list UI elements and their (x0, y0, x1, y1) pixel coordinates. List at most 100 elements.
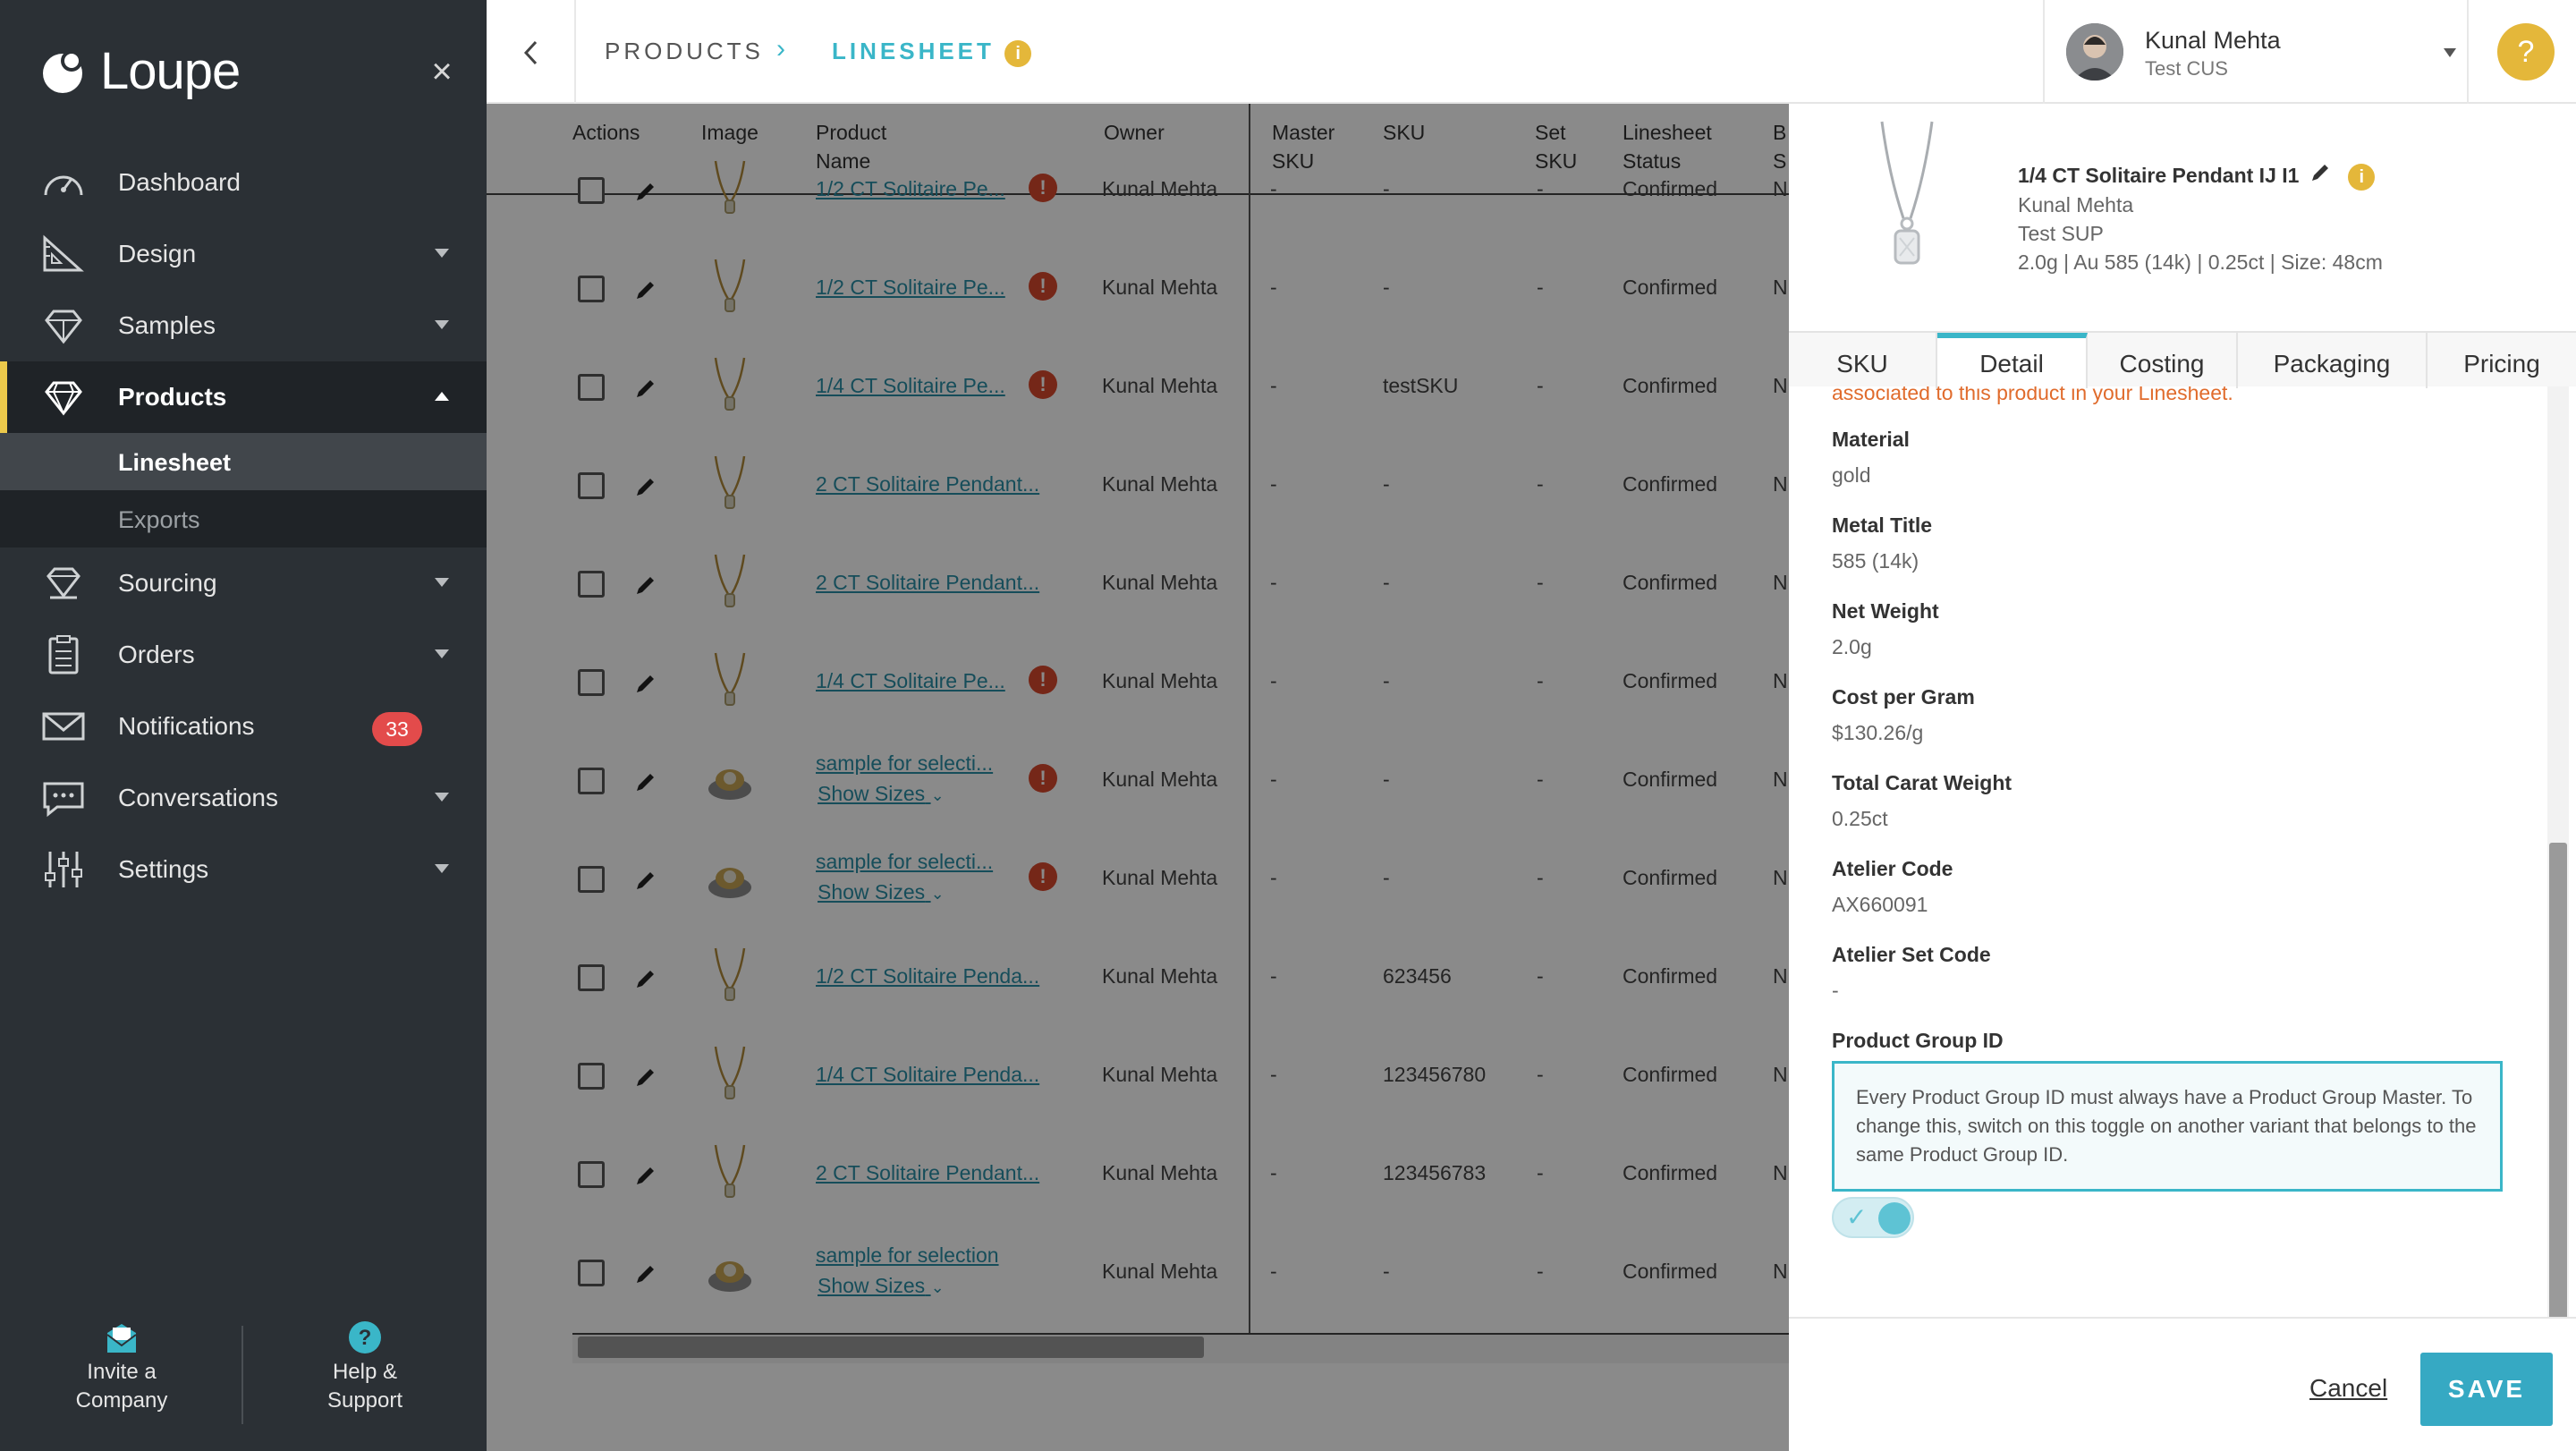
sidebar-item-label: Settings (118, 855, 209, 883)
invite-label-line2: Company (75, 1388, 168, 1413)
top-bar: PRODUCTS › LINESHEET i Kunal Mehta Test … (487, 0, 2576, 104)
tab-costing[interactable]: Costing (2088, 333, 2238, 388)
sidebar-item-notifications[interactable]: Notifications 33 (0, 691, 487, 762)
clipboard-icon (48, 635, 79, 675)
tab-packaging[interactable]: Packaging (2238, 333, 2428, 388)
logo-text: Loupe (100, 42, 241, 100)
product-supplier: Test SUP (2018, 222, 2104, 245)
tab-sku[interactable]: SKU (1789, 333, 1937, 388)
close-sidebar-icon[interactable]: × (426, 54, 458, 89)
chevron-up-icon[interactable] (435, 392, 449, 401)
field-value-net-weight: 2.0g (1832, 635, 1872, 658)
panel-footer: Cancel SAVE (1789, 1317, 2576, 1451)
field-value-atelier-code: AX660091 (1832, 893, 1928, 916)
field-value-material: gold (1832, 463, 1871, 487)
caret-down-icon[interactable] (2444, 48, 2456, 57)
notification-count-badge: 33 (372, 712, 422, 746)
help-label-line2: Support (326, 1388, 403, 1413)
chevron-down-icon[interactable] (435, 649, 449, 658)
invite-label-line1: Invite a (87, 1360, 157, 1384)
field-label-net-weight: Net Weight (1832, 599, 1939, 623)
tab-detail[interactable]: Detail (1937, 333, 2088, 388)
design-ruler-icon (43, 234, 84, 272)
help-support-button[interactable]: ? Help & Support (267, 1320, 463, 1415)
sidebar-item-label: Conversations (118, 784, 278, 811)
field-value-cost-per-gram: $130.26/g (1832, 721, 1924, 744)
modal-backdrop[interactable] (487, 104, 1789, 1451)
help-circle-icon: ? (349, 1321, 381, 1353)
sidebar-item-design[interactable]: Design (0, 218, 487, 290)
sliders-icon (45, 852, 82, 887)
help-button[interactable]: ? (2497, 23, 2555, 81)
chevron-down-icon[interactable] (435, 249, 449, 258)
user-menu[interactable]: Kunal Mehta Test CUS (2043, 0, 2469, 104)
edit-pencil-icon[interactable] (2309, 161, 2332, 184)
logo[interactable]: Loupe (36, 41, 241, 101)
product-group-info-callout: Every Product Group ID must always have … (1832, 1061, 2503, 1192)
field-value-metal-title: 585 (14k) (1832, 549, 1919, 573)
toggle-knob (1878, 1202, 1911, 1235)
save-button[interactable]: SAVE (2420, 1353, 2553, 1426)
svg-text:?: ? (359, 1326, 372, 1350)
field-label-total-carat-weight: Total Carat Weight (1832, 771, 2012, 794)
sidebar-item-samples[interactable]: Samples (0, 290, 487, 361)
invite-envelope-icon (106, 1324, 137, 1353)
field-label-metal-title: Metal Title (1832, 513, 1933, 537)
field-value-total-carat-weight: 0.25ct (1832, 807, 1888, 830)
sourcing-diamond-icon (47, 567, 80, 599)
sidebar-bottom: Invite a Company ? Help & Support (0, 1315, 487, 1440)
sidebar-item-settings[interactable]: Settings (0, 834, 487, 905)
help-label-line1: Help & (332, 1360, 398, 1384)
sidebar-subitem-exports[interactable]: Exports (0, 490, 487, 547)
breadcrumb-separator-icon: › (776, 34, 785, 64)
sidebar-item-sourcing[interactable]: Sourcing (0, 547, 487, 619)
tab-pricing[interactable]: Pricing (2428, 333, 2576, 388)
sidebar-subitem-linesheet[interactable]: Linesheet (0, 433, 487, 490)
chat-bubble-icon (43, 782, 84, 818)
info-icon[interactable]: i (2348, 164, 2376, 191)
sidebar-item-label: Orders (118, 641, 195, 668)
field-label-atelier-code: Atelier Code (1832, 857, 1953, 880)
chevron-down-icon[interactable] (435, 578, 449, 587)
sidebar-item-label: Samples (118, 311, 216, 339)
breadcrumb-linesheet-label: LINESHEET (832, 38, 995, 64)
linesheet-note: associated to this product in your Lines… (1832, 386, 2233, 404)
product-title-text: 1/4 CT Solitaire Pendant IJ I1 (2018, 164, 2300, 187)
sidebar-item-label: Products (118, 383, 227, 411)
chevron-down-icon[interactable] (435, 320, 449, 329)
sidebar-item-orders[interactable]: Orders (0, 619, 487, 691)
user-photo-icon (2066, 23, 2123, 81)
product-detail-panel: 1/4 CT Solitaire Pendant IJ I1 i Kunal M… (1789, 104, 2576, 1451)
sidebar-item-label: Design (118, 240, 197, 267)
field-label-material: Material (1832, 428, 1910, 451)
diamond-sparkle-icon (45, 310, 82, 344)
sidebar-subitem-label: Exports (118, 506, 200, 533)
chevron-left-icon (523, 40, 538, 65)
cancel-button[interactable]: Cancel (2309, 1374, 2387, 1403)
product-group-master-toggle[interactable]: ✓ (1832, 1197, 1914, 1238)
breadcrumb-products[interactable]: PRODUCTS (605, 38, 764, 65)
sidebar-item-products[interactable]: Products (0, 361, 487, 433)
detail-tabs: SKU Detail Costing Packaging Pricing (1789, 331, 2576, 388)
product-specs: 2.0g | Au 585 (14k) | 0.25ct | Size: 48c… (2018, 250, 2383, 274)
chevron-down-icon[interactable] (435, 793, 449, 802)
product-owner: Kunal Mehta (2018, 193, 2134, 216)
info-icon[interactable]: i (1004, 40, 1032, 67)
chevron-down-icon[interactable] (435, 864, 449, 873)
loupe-logo-icon (43, 49, 82, 93)
user-name: Kunal Mehta (2145, 27, 2281, 54)
field-label-product-group-id: Product Group ID (1832, 1029, 2004, 1052)
envelope-icon (42, 712, 85, 741)
sidebar: Loupe × Dashboard Design Samples Product… (0, 0, 487, 1451)
back-button[interactable] (487, 0, 576, 104)
invite-company-button[interactable]: Invite a Company (23, 1320, 220, 1415)
sidebar-item-dashboard[interactable]: Dashboard (0, 147, 487, 218)
product-pendant-image (1880, 121, 1934, 265)
breadcrumb-linesheet: LINESHEET i (832, 38, 1032, 67)
dashboard-gauge-icon (44, 175, 83, 196)
sidebar-subitem-label: Linesheet (118, 449, 232, 476)
field-value-atelier-set-code: - (1832, 979, 1839, 1002)
user-company: Test CUS (2145, 57, 2228, 80)
sidebar-item-conversations[interactable]: Conversations (0, 762, 487, 834)
field-label-cost-per-gram: Cost per Gram (1832, 685, 1975, 709)
